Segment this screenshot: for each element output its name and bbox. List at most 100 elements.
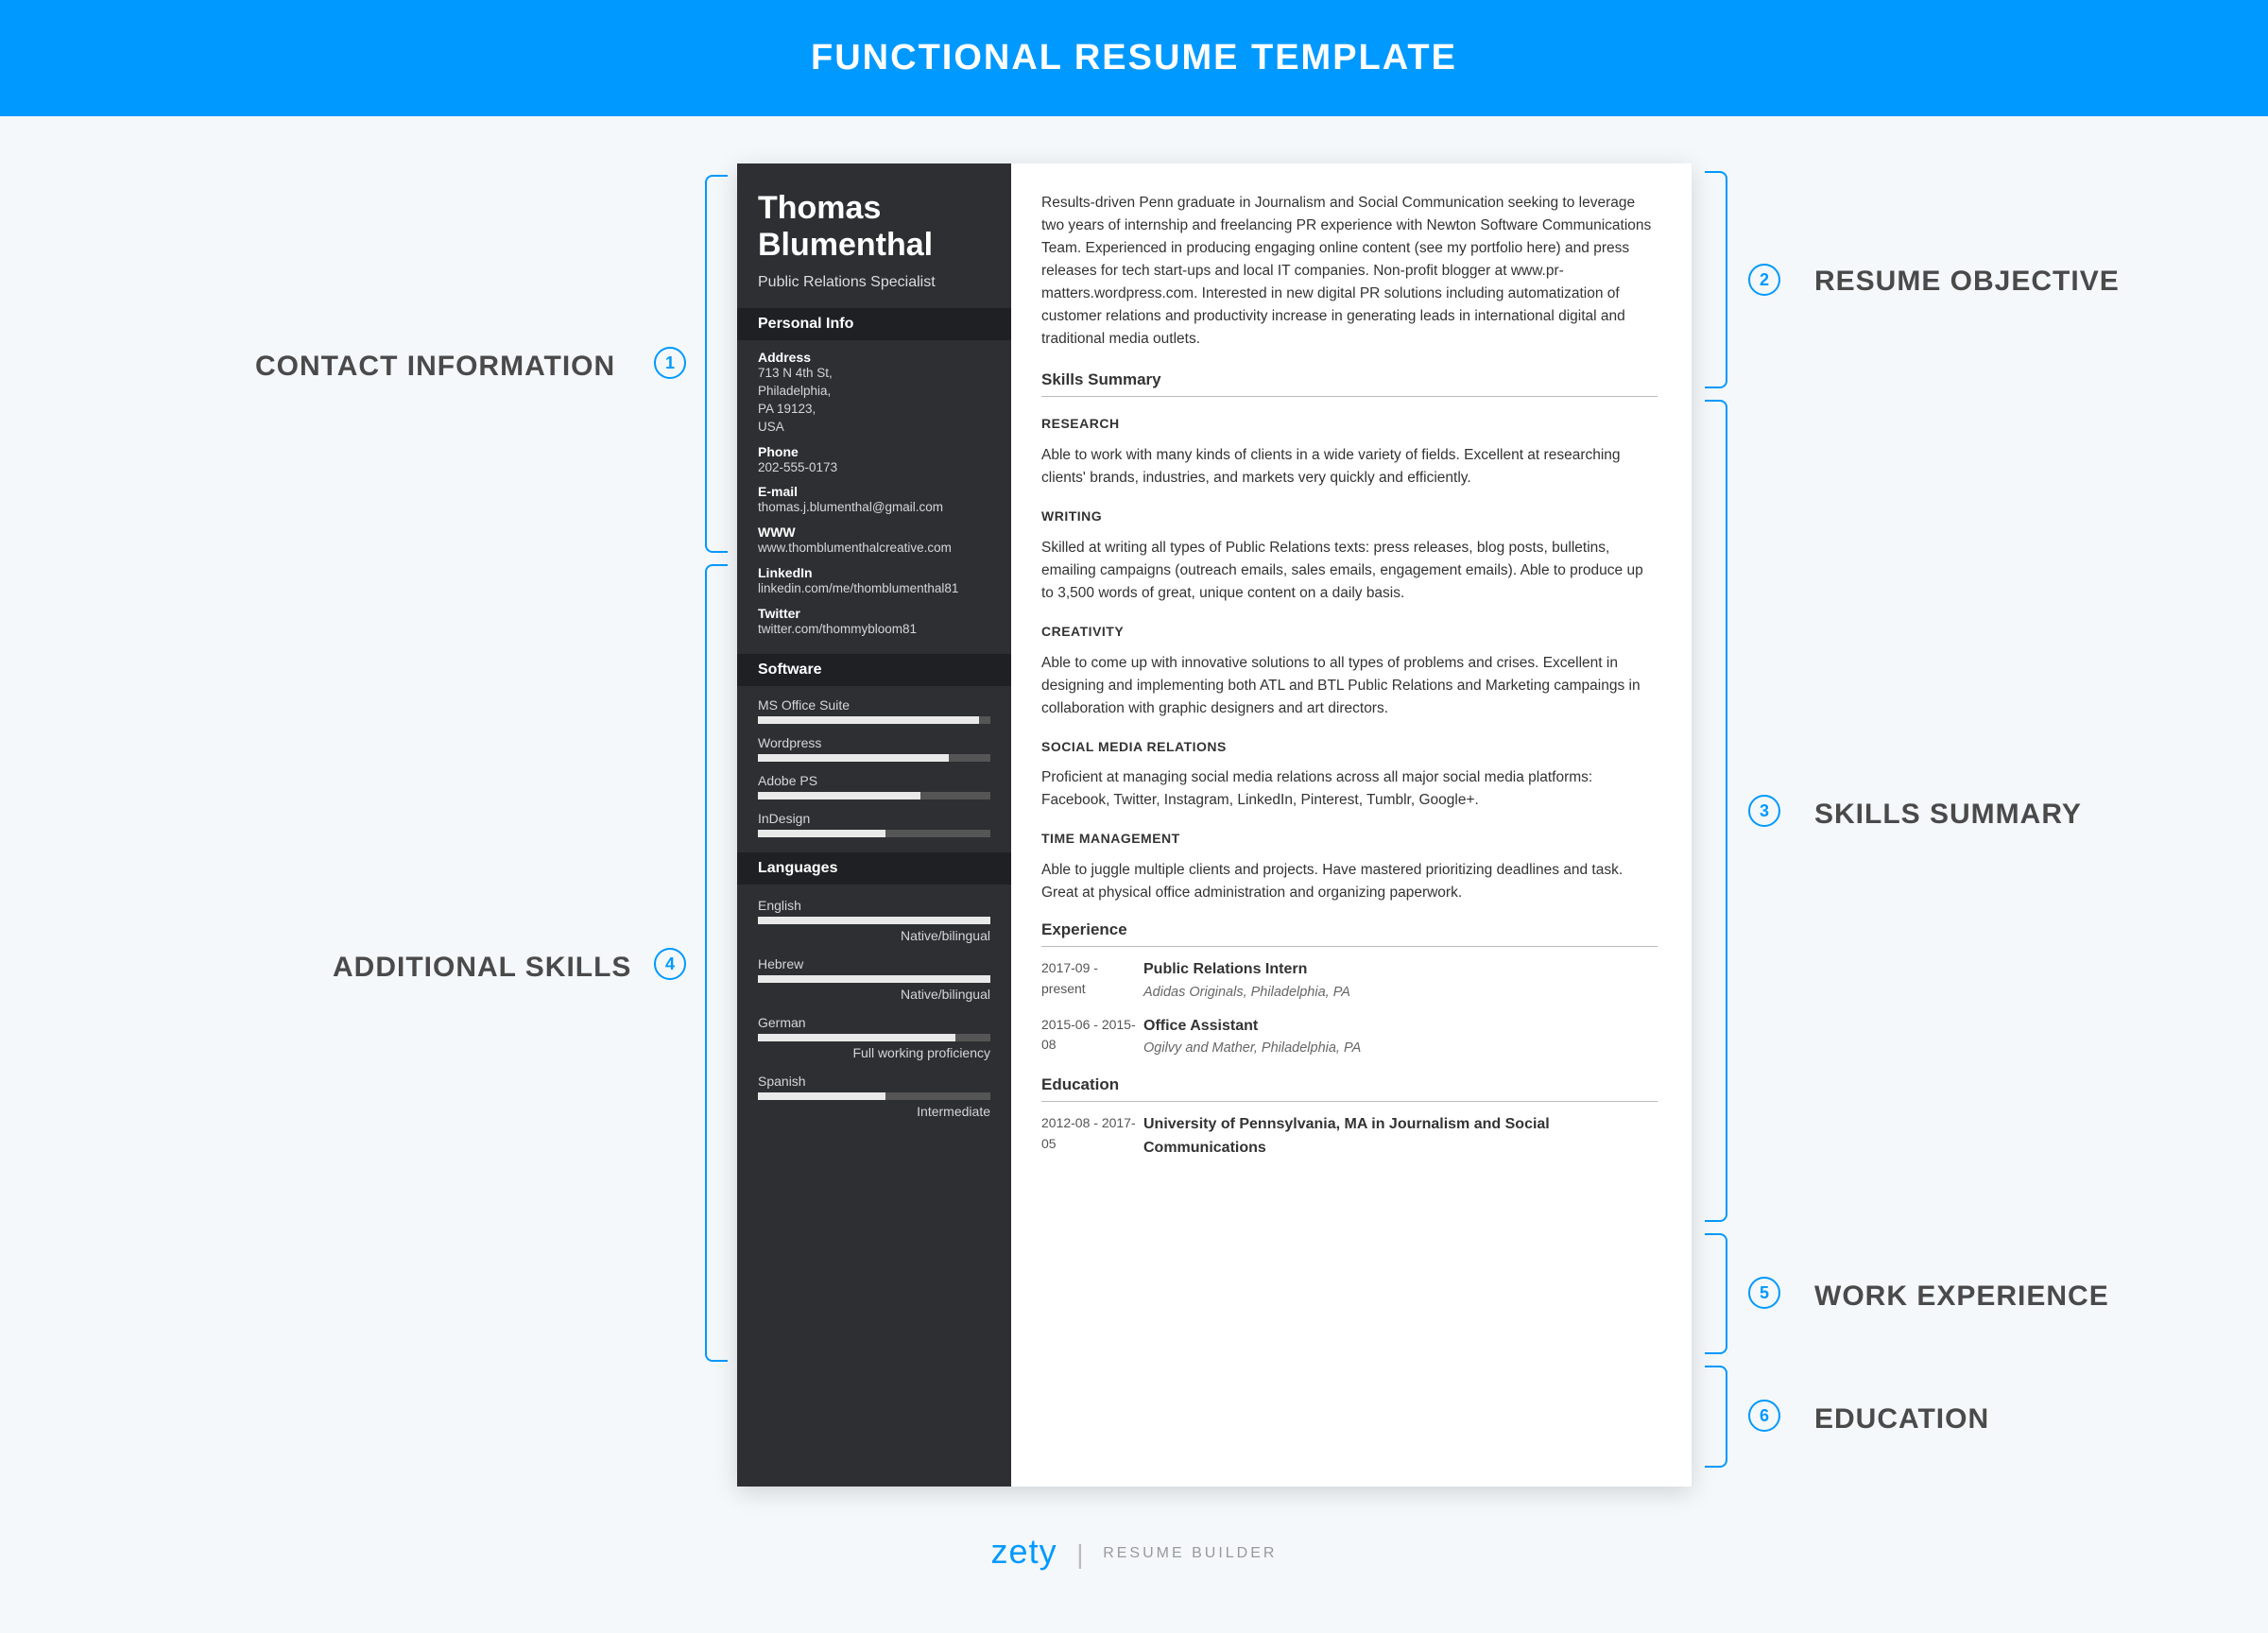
bracket-education <box>1705 1366 1727 1468</box>
twitter-value: twitter.com/thommybloom81 <box>758 621 990 639</box>
language-name: Hebrew <box>758 956 990 971</box>
skill-heading: CREATIVITY <box>1041 622 1658 643</box>
experience-body: Office AssistantOgilvy and Mather, Phila… <box>1143 1015 1658 1059</box>
annot-resume-objective: RESUME OBJECTIVE <box>1814 266 2120 298</box>
language-name: German <box>758 1015 990 1030</box>
skill-text: Able to come up with innovative solution… <box>1041 652 1658 720</box>
annot-num-2: 2 <box>1748 264 1780 296</box>
education-list: 2012-08 - 2017-05University of Pennsylva… <box>1041 1113 1658 1160</box>
software-skill-fill <box>758 830 885 837</box>
software-head: Software <box>737 654 1011 686</box>
phone-value: 202-555-0173 <box>758 459 990 477</box>
experience-body: Public Relations InternAdidas Originals,… <box>1143 958 1658 1003</box>
experience-head: Experience <box>1041 918 1658 947</box>
language-fill <box>758 975 990 983</box>
twitter-label: Twitter <box>758 606 990 621</box>
email-value: thomas.j.blumenthal@gmail.com <box>758 499 990 517</box>
software-skill-name: Adobe PS <box>758 773 990 788</box>
software-skill-bar <box>758 754 990 762</box>
language-bar <box>758 975 990 983</box>
language-fill <box>758 1092 885 1100</box>
resume-main: Results-driven Penn graduate in Journali… <box>1011 163 1692 1487</box>
skill-text: Skilled at writing all types of Public R… <box>1041 537 1658 605</box>
phone-label: Phone <box>758 444 990 459</box>
bracket-experience <box>1705 1233 1727 1354</box>
experience-subtitle: Adidas Originals, Philadelphia, PA <box>1143 982 1658 1003</box>
annot-num-3: 3 <box>1748 795 1780 827</box>
applicant-role: Public Relations Specialist <box>758 273 990 293</box>
software-skill-name: InDesign <box>758 811 990 826</box>
software-skill-bar <box>758 830 990 837</box>
footer-separator: | <box>1076 1539 1083 1569</box>
education-title: University of Pennsylvania, MA in Journa… <box>1143 1113 1658 1160</box>
applicant-name: Thomas Blumenthal <box>758 190 990 264</box>
www-label: WWW <box>758 524 990 540</box>
experience-row: 2017-09 - presentPublic Relations Intern… <box>1041 958 1658 1003</box>
experience-subtitle: Ogilvy and Mather, Philadelphia, PA <box>1143 1038 1658 1058</box>
language-fill <box>758 1034 955 1041</box>
linkedin-value: linkedin.com/me/thomblumenthal81 <box>758 580 990 598</box>
experience-list: 2017-09 - presentPublic Relations Intern… <box>1041 958 1658 1059</box>
annot-num-4: 4 <box>654 948 686 980</box>
languages-list: English Native/bilingual Hebrew Native/bili… <box>758 898 990 1119</box>
education-head: Education <box>1041 1073 1658 1102</box>
skill-text: Able to work with many kinds of clients … <box>1041 444 1658 490</box>
software-skill-bar <box>758 716 990 724</box>
canvas: 1 CONTACT INFORMATION 4 ADDITIONAL SKILL… <box>0 116 2268 1590</box>
language-name: English <box>758 898 990 913</box>
skill-heading: WRITING <box>1041 507 1658 527</box>
language-level: Native/bilingual <box>758 987 990 1002</box>
skill-text: Able to juggle multiple clients and proj… <box>1041 859 1658 904</box>
language-bar <box>758 1092 990 1100</box>
education-body: University of Pennsylvania, MA in Journa… <box>1143 1113 1658 1160</box>
experience-row: 2015-06 - 2015-08Office AssistantOgilvy … <box>1041 1015 1658 1059</box>
skill-heading: TIME MANAGEMENT <box>1041 829 1658 850</box>
email-label: E-mail <box>758 484 990 499</box>
page-banner: FUNCTIONAL RESUME TEMPLATE <box>0 0 2268 116</box>
software-skill-bar <box>758 792 990 799</box>
language-bar <box>758 917 990 924</box>
skills-summary-head: Skills Summary <box>1041 368 1658 397</box>
language-level: Native/bilingual <box>758 928 990 943</box>
experience-dates: 2015-06 - 2015-08 <box>1041 1015 1143 1059</box>
experience-dates: 2017-09 - present <box>1041 958 1143 1003</box>
language-level: Intermediate <box>758 1104 990 1119</box>
skill-heading: RESEARCH <box>1041 414 1658 435</box>
bracket-skills-summary <box>1705 400 1727 1222</box>
address-label: Address <box>758 350 990 365</box>
bracket-additional-skills <box>705 564 728 1362</box>
software-skill-fill <box>758 716 979 724</box>
language-level: Full working proficiency <box>758 1045 990 1060</box>
skill-heading: SOCIAL MEDIA RELATIONS <box>1041 737 1658 758</box>
bracket-objective <box>1705 171 1727 388</box>
annot-additional-skills: ADDITIONAL SKILLS <box>333 952 631 984</box>
footer-brand: zety <box>991 1532 1057 1571</box>
annot-num-5: 5 <box>1748 1277 1780 1309</box>
experience-title: Public Relations Intern <box>1143 958 1658 982</box>
skills-list: RESEARCH Able to work with many kinds of … <box>1041 414 1658 904</box>
annot-work-experience: WORK EXPERIENCE <box>1814 1281 2109 1313</box>
language-fill <box>758 917 990 924</box>
software-skill-fill <box>758 754 949 762</box>
education-row: 2012-08 - 2017-05University of Pennsylva… <box>1041 1113 1658 1160</box>
www-value: www.thomblumenthalcreative.com <box>758 540 990 558</box>
resume-sidebar: Thomas Blumenthal Public Relations Speci… <box>737 163 1011 1487</box>
language-bar <box>758 1034 990 1041</box>
experience-title: Office Assistant <box>1143 1015 1658 1039</box>
resume-objective: Results-driven Penn graduate in Journali… <box>1041 192 1658 351</box>
footer: zety | RESUME BUILDER <box>0 1532 2268 1572</box>
education-dates: 2012-08 - 2017-05 <box>1041 1113 1143 1160</box>
resume-document: Thomas Blumenthal Public Relations Speci… <box>737 163 1692 1487</box>
software-skill-name: Wordpress <box>758 735 990 750</box>
bracket-contact <box>705 175 728 553</box>
annot-contact-information: CONTACT INFORMATION <box>255 351 615 383</box>
languages-head: Languages <box>737 852 1011 885</box>
annot-num-1: 1 <box>654 347 686 379</box>
skill-text: Proficient at managing social media rela… <box>1041 766 1658 812</box>
linkedin-label: LinkedIn <box>758 565 990 580</box>
address-value: 713 N 4th St, Philadelphia, PA 19123, US… <box>758 365 990 437</box>
annot-num-6: 6 <box>1748 1400 1780 1432</box>
language-name: Spanish <box>758 1074 990 1089</box>
software-skill-name: MS Office Suite <box>758 697 990 713</box>
software-skill-fill <box>758 792 920 799</box>
